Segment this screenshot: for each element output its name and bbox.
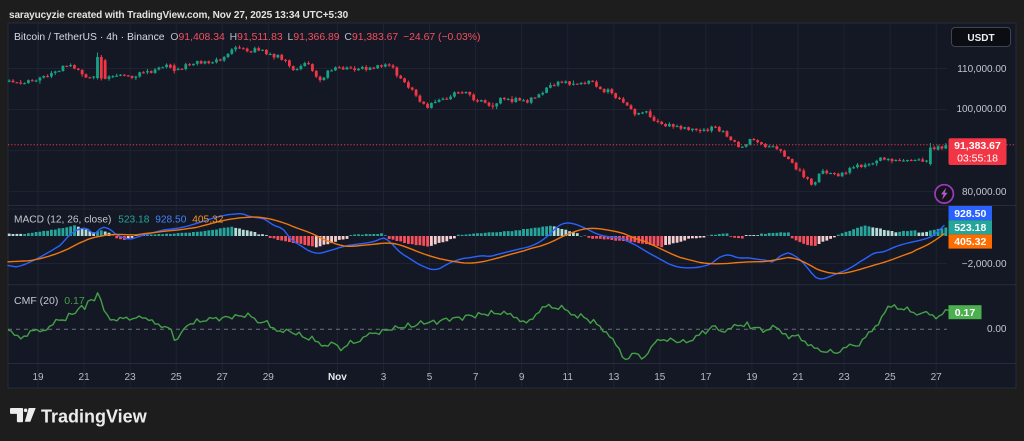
svg-text:23: 23 [839,372,851,383]
svg-text:23: 23 [125,372,137,383]
svg-text:Bitcoin / TetherUS · 4h · Bina: Bitcoin / TetherUS · 4h · Binance O91,40… [14,32,480,43]
svg-text:CMF (20) 0.17: CMF (20) 0.17 [14,295,85,307]
svg-text:9: 9 [519,372,525,383]
svg-text:0.17: 0.17 [955,307,976,319]
svg-text:3: 3 [381,372,387,383]
svg-text:MACD (12, 26, close) 523.18 92: MACD (12, 26, close) 523.18 928.50 405.3… [14,215,224,226]
svg-text:13: 13 [608,372,620,383]
svg-text:11: 11 [563,372,574,383]
svg-text:5: 5 [427,372,433,383]
svg-text:sarayucyzie created with Tradi: sarayucyzie created with TradingView.com… [9,10,349,21]
svg-text:19: 19 [746,372,758,383]
svg-text:03:55:18: 03:55:18 [957,152,998,164]
svg-text:91,383.67: 91,383.67 [954,140,1001,152]
svg-text:928.50: 928.50 [954,208,986,220]
svg-text:25: 25 [171,372,183,383]
svg-text:21: 21 [79,372,91,383]
svg-text:29: 29 [263,372,275,383]
svg-text:17: 17 [700,372,712,383]
svg-text:0.00: 0.00 [987,324,1007,335]
svg-text:USDT: USDT [967,33,994,44]
svg-text:TradingView: TradingView [41,406,148,426]
svg-text:110,000.00: 110,000.00 [957,64,1007,75]
svg-text:405.32: 405.32 [954,236,986,248]
svg-text:27: 27 [217,372,229,383]
svg-text:Nov: Nov [328,372,347,383]
svg-text:15: 15 [654,372,666,383]
svg-text:25: 25 [885,372,897,383]
svg-text:27: 27 [931,372,943,383]
svg-text:−2,000.00: −2,000.00 [962,259,1007,270]
svg-text:7: 7 [473,372,479,383]
svg-text:523.18: 523.18 [954,222,986,234]
svg-text:100,000.00: 100,000.00 [956,104,1006,115]
svg-text:80,000.00: 80,000.00 [962,187,1007,198]
svg-text:19: 19 [32,372,44,383]
svg-text:21: 21 [792,372,804,383]
